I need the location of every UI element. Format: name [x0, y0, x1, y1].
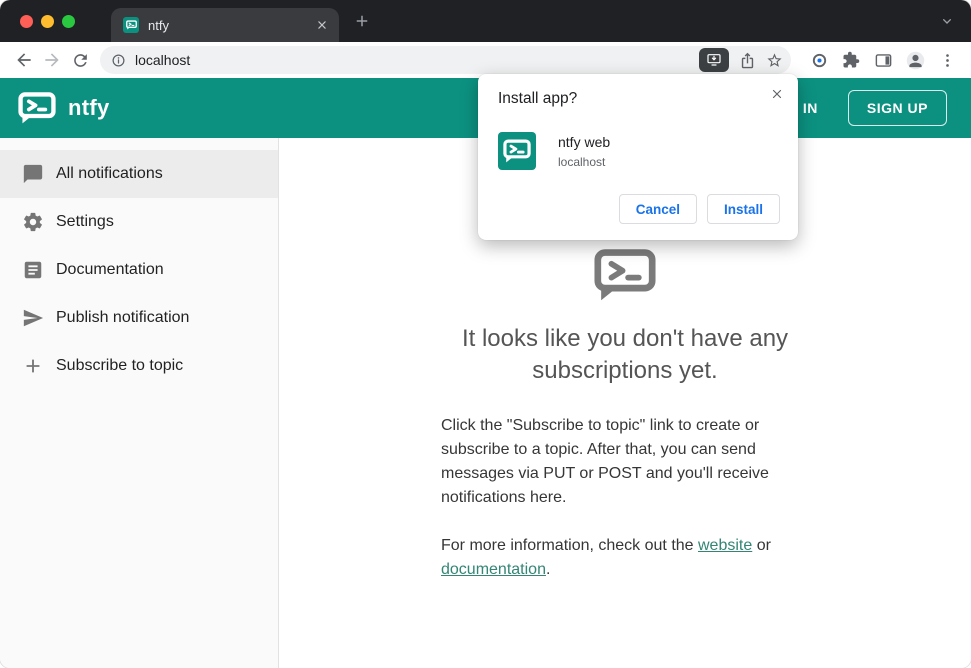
sidebar-item-subscribe-to-topic[interactable]: Subscribe to topic	[0, 342, 278, 390]
address-bar[interactable]: localhost	[100, 46, 791, 74]
browser-tab-ntfy[interactable]: ntfy	[111, 8, 339, 42]
plus-icon	[22, 354, 46, 378]
menu-kebab-icon[interactable]	[933, 46, 961, 74]
sidebar-item-publish-notification[interactable]: Publish notification	[0, 294, 278, 342]
install-button[interactable]: Install	[706, 194, 780, 224]
window-controls	[0, 14, 91, 28]
cancel-button[interactable]: Cancel	[618, 194, 697, 224]
empty-state-title: It looks like you don't have any subscri…	[462, 323, 788, 388]
ntfy-logo-icon	[594, 248, 656, 307]
dialog-title: Install app?	[498, 90, 578, 107]
documentation-link[interactable]: documentation	[441, 561, 546, 578]
close-window-button[interactable]	[20, 14, 33, 28]
new-tab-button[interactable]	[353, 12, 371, 30]
sign-up-button[interactable]: SIGN UP	[847, 90, 947, 126]
empty-state-title-line2: subscriptions yet.	[532, 357, 718, 385]
tab-close-icon[interactable]	[315, 18, 329, 32]
dialog-actions: Cancel Install	[498, 194, 780, 224]
gear-icon	[22, 210, 46, 234]
browser-window: ntfy localhost ntfy IN SIGN UP All notif…	[0, 0, 971, 668]
zoom-window-button[interactable]	[62, 14, 75, 28]
profile-avatar[interactable]	[901, 46, 929, 74]
sidebar-item-label: Settings	[56, 213, 114, 230]
dialog-app-name: ntfy web	[558, 134, 611, 150]
sidebar-item-label: All notifications	[56, 165, 163, 182]
sidebar: All notifications Settings Documentation…	[0, 138, 279, 668]
ntfy-favicon-icon	[123, 17, 139, 33]
tab-strip: ntfy	[0, 0, 971, 42]
empty-state-more-info: For more information, check out the webs…	[441, 534, 809, 582]
install-app-omnibox-icon[interactable]	[699, 48, 729, 72]
url-text: localhost	[135, 52, 191, 68]
sidebar-item-all-notifications[interactable]: All notifications	[0, 150, 278, 198]
back-button[interactable]	[10, 46, 38, 74]
dialog-app-row: ntfy web localhost	[498, 132, 780, 170]
tab-title: ntfy	[148, 17, 169, 33]
article-icon	[22, 258, 46, 282]
more-info-middle: or	[752, 536, 771, 554]
sidebar-item-label: Publish notification	[56, 309, 190, 326]
ntfy-logo-icon	[18, 92, 56, 124]
sidebar-item-documentation[interactable]: Documentation	[0, 246, 278, 294]
sidebar-item-label: Subscribe to topic	[56, 357, 184, 374]
bookmark-star-icon[interactable]	[766, 52, 783, 69]
more-info-suffix: .	[545, 560, 551, 578]
share-icon[interactable]	[739, 52, 756, 69]
side-panel-icon[interactable]	[869, 46, 897, 74]
website-link[interactable]: website	[698, 537, 752, 554]
forward-button[interactable]	[38, 46, 66, 74]
ntfy-app-icon	[498, 132, 536, 170]
install-app-dialog: Install app? ntfy web localhost Cancel I…	[478, 74, 798, 240]
more-info-prefix: For more information, check out the	[441, 536, 698, 554]
send-icon	[22, 306, 46, 330]
extension-badge-icon[interactable]	[805, 46, 833, 74]
dialog-app-meta: ntfy web localhost	[558, 132, 610, 169]
dialog-close-icon[interactable]	[770, 87, 784, 101]
minimize-window-button[interactable]	[41, 14, 54, 28]
sidebar-item-label: Documentation	[56, 261, 164, 278]
extensions-puzzle-icon[interactable]	[837, 46, 865, 74]
tab-search-chevron-icon[interactable]	[939, 13, 955, 29]
empty-state-title-line1: It looks like you don't have any	[461, 325, 789, 352]
site-info-icon[interactable]	[111, 53, 126, 68]
sidebar-item-settings[interactable]: Settings	[0, 198, 278, 246]
empty-state-paragraph: Click the "Subscribe to topic" link to c…	[441, 416, 769, 506]
browser-toolbar: localhost	[0, 42, 971, 78]
chat-bubble-icon	[22, 162, 46, 186]
reload-button[interactable]	[66, 46, 94, 74]
app-brand-title: ntfy	[68, 95, 110, 120]
dialog-app-origin: localhost	[558, 155, 606, 169]
